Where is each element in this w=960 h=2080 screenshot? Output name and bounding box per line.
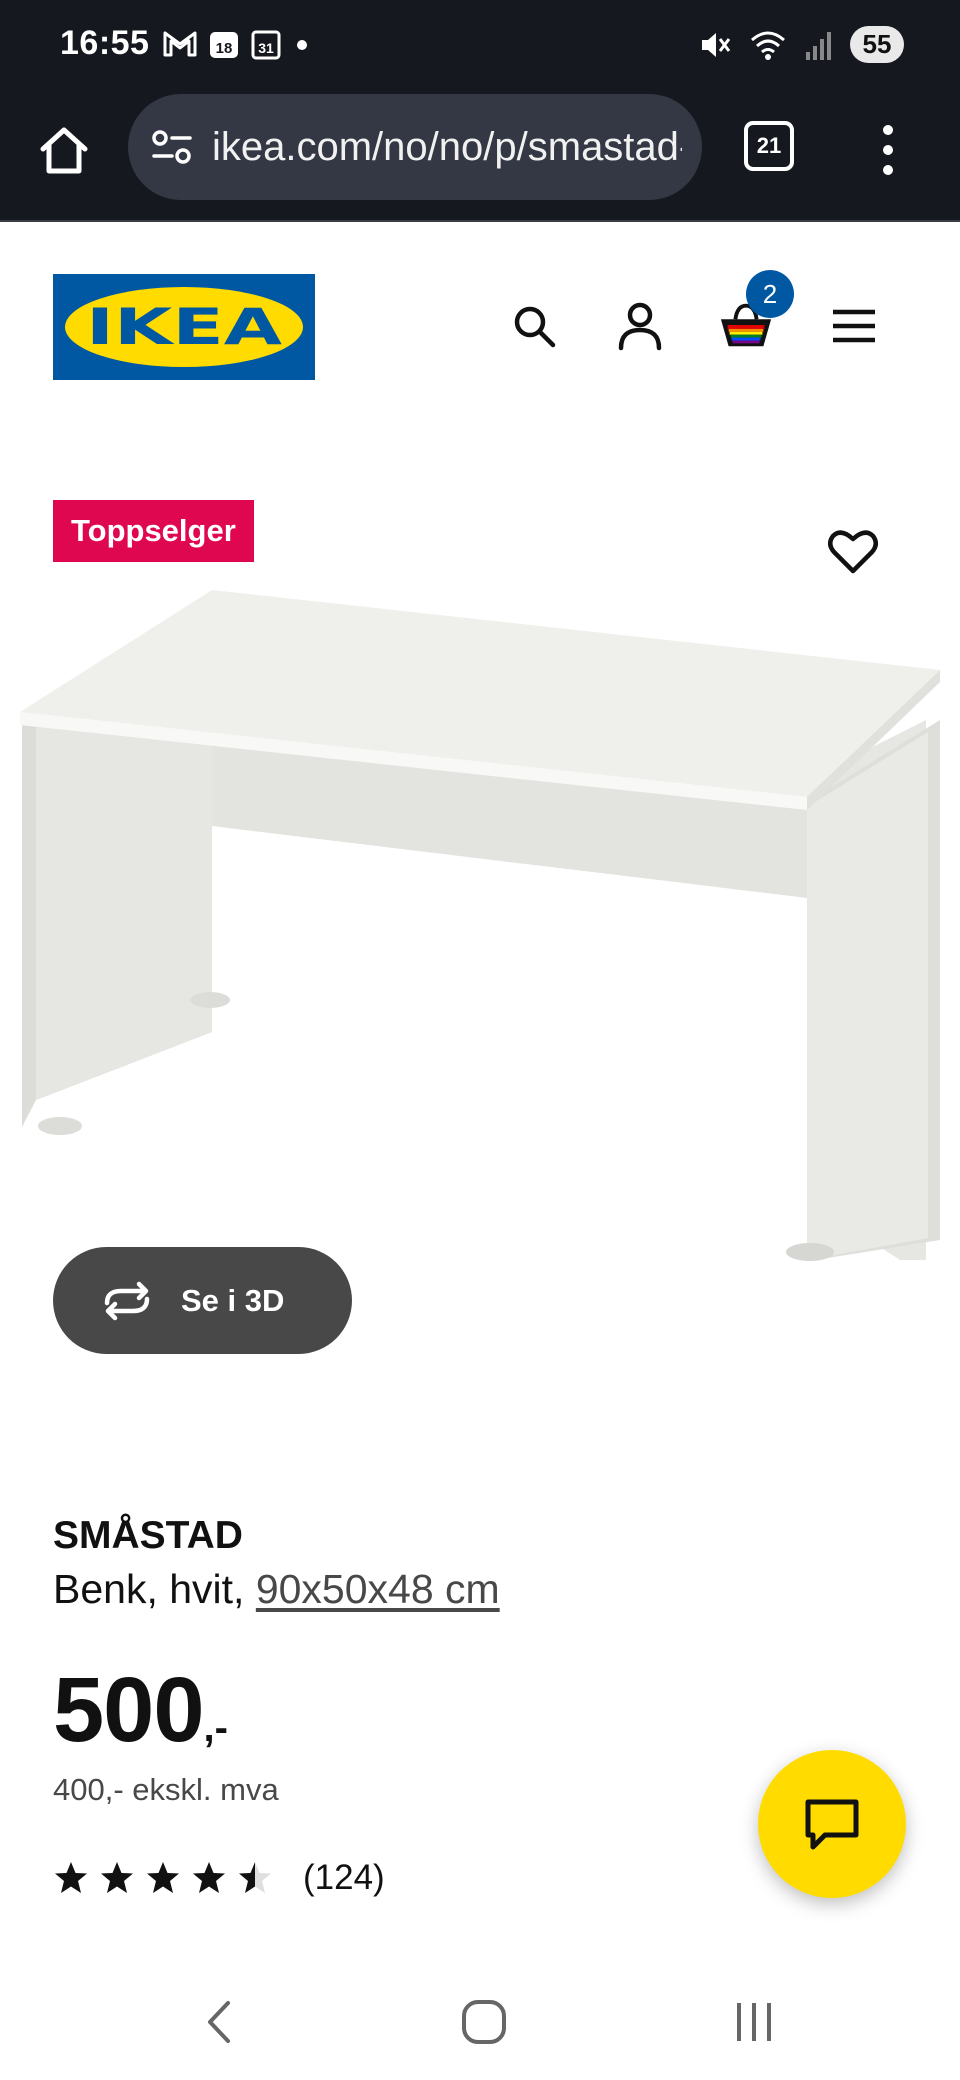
- view-in-3d-label: Se i 3D: [181, 1282, 285, 1318]
- price: 500,-: [53, 1658, 228, 1763]
- site-header: IKEA 2: [0, 224, 960, 434]
- price-excluding-vat: 400,- ekskl. mva: [53, 1772, 279, 1807]
- status-bar: 16:55 18 31 55: [0, 0, 960, 92]
- rating-stars: [53, 1860, 273, 1896]
- star-icon: [101, 1862, 133, 1893]
- hamburger-menu-icon: [833, 309, 875, 343]
- review-count[interactable]: (124): [303, 1858, 385, 1898]
- gmail-icon: [163, 31, 197, 57]
- product-name: SMÅSTAD: [53, 1514, 243, 1557]
- back-button[interactable]: [178, 1982, 258, 2062]
- ikea-logo[interactable]: IKEA: [53, 274, 315, 380]
- svg-text:18: 18: [216, 40, 233, 57]
- search-icon: [514, 306, 556, 348]
- dimensions-link[interactable]: 90x50x48 cm: [256, 1566, 500, 1612]
- status-time: 16:55: [60, 24, 150, 62]
- svg-text:IKEA: IKEA: [86, 298, 282, 356]
- notification-icons: 18 31: [162, 28, 312, 60]
- home-nav-icon: [462, 2000, 506, 2044]
- home-button[interactable]: [34, 120, 94, 180]
- dot-icon: [297, 40, 307, 50]
- star-icon: [147, 1862, 179, 1893]
- menu-dot: [883, 165, 893, 175]
- product-image[interactable]: [0, 580, 960, 1280]
- favourite-button[interactable]: [822, 520, 884, 582]
- system-icons: 55: [698, 26, 904, 63]
- site-settings-icon[interactable]: [150, 127, 194, 167]
- calendar-outline-icon: 31: [251, 30, 281, 60]
- calendar-icon: 18: [210, 32, 238, 58]
- android-nav-bar: [0, 1962, 960, 2080]
- menu-dot: [883, 145, 893, 155]
- star-icon: [55, 1862, 87, 1893]
- url-text[interactable]: ikea.com/no/no/p/smastad-benk-hvit: [212, 125, 682, 170]
- wifi-icon: [751, 31, 785, 60]
- browser-toolbar: ikea.com/no/no/p/smastad-benk-hvit 21: [0, 92, 960, 222]
- home-icon: [40, 127, 88, 174]
- home-nav-button[interactable]: [444, 1982, 524, 2062]
- star-icon: [239, 1862, 271, 1893]
- product-type: Benk, hvit,: [53, 1566, 256, 1612]
- rotate-3d-icon: [104, 1281, 150, 1320]
- mute-icon: [702, 32, 731, 57]
- recent-apps-icon: [737, 2003, 771, 2041]
- address-bar[interactable]: ikea.com/no/no/p/smastad-benk-hvit: [128, 94, 702, 200]
- chat-icon: [805, 1799, 859, 1850]
- signal-icon: [806, 31, 831, 60]
- menu-dot: [883, 125, 893, 135]
- battery-indicator: 55: [850, 26, 904, 63]
- account-button[interactable]: [612, 298, 668, 354]
- user-icon: [618, 302, 662, 351]
- rating[interactable]: (124): [53, 1858, 385, 1898]
- bestseller-badge: Toppselger: [53, 500, 254, 562]
- price-integer: 500: [53, 1659, 204, 1761]
- browser-menu-button[interactable]: [868, 120, 908, 180]
- star-icon: [193, 1862, 225, 1893]
- menu-button[interactable]: [826, 298, 882, 354]
- chat-button[interactable]: [758, 1750, 906, 1898]
- view-in-3d-button[interactable]: Se i 3D: [53, 1247, 352, 1354]
- product-description: Benk, hvit, 90x50x48 cm: [53, 1566, 500, 1613]
- price-suffix: ,-: [203, 1706, 228, 1750]
- tab-switcher-button[interactable]: 21: [744, 121, 794, 171]
- shopping-bag-button[interactable]: 2: [718, 270, 794, 354]
- svg-text:31: 31: [258, 40, 274, 56]
- search-button[interactable]: [506, 298, 562, 354]
- recent-apps-button[interactable]: [714, 1982, 794, 2062]
- heart-icon: [828, 530, 878, 574]
- back-icon: [208, 2001, 230, 2043]
- cart-count-badge: 2: [746, 270, 794, 318]
